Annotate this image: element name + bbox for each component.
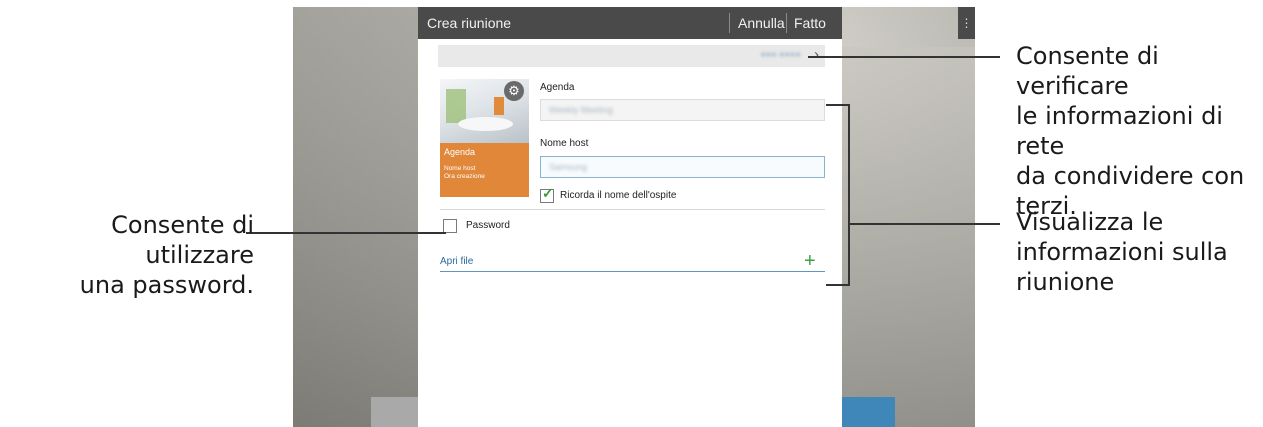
remember-guest-checkbox[interactable]: ✓ [540,185,554,203]
photo-accent [494,97,504,115]
thumbnail-card: Agenda Nome host Ora creazione [440,143,529,197]
host-label: Nome host [540,138,589,149]
gear-icon[interactable]: ⚙ [504,81,524,101]
background-blur [293,7,423,427]
chevron-right-icon: › [814,46,819,63]
agenda-label: Agenda [540,82,575,93]
thumbnail-created-label: Ora creazione [444,173,485,180]
create-meeting-dialog: Crea riunione Annulla Fatto ●●● ●●●● › ⚙… [418,7,842,427]
callout-network-line: le informazioni di rete [1016,102,1223,160]
dialog-title: Crea riunione [427,15,512,31]
action-separator [786,13,787,33]
callout-info-line: Visualizza le [1016,208,1164,236]
callout-network: Consente di verificare le informazioni d… [1016,41,1263,221]
callout-bracket-vertical [848,104,850,286]
open-file-link[interactable]: Apri file [440,256,473,267]
done-button[interactable]: Fatto [794,15,826,31]
callout-info-line: informazioni sulla [1016,238,1228,266]
checkmark-icon: ✓ [542,185,554,201]
callout-password-line: una password. [79,271,254,299]
host-name-field[interactable]: Samsung [540,156,825,178]
overflow-menu-icon[interactable]: ⋮ [958,7,975,39]
background-blur [835,47,975,427]
network-info-text: ●●● ●●●● [760,49,801,59]
background-button-right [835,397,895,427]
agenda-value: Weekly Meeting [549,105,613,115]
callout-line-network [808,56,1000,58]
callout-line-password [246,232,446,234]
callout-password: Consente di utilizzare una password. [0,210,254,300]
callout-bracket-top [826,104,850,106]
callout-network-line: da condividere con [1016,162,1245,190]
section-divider [440,209,825,210]
callout-line-info [848,223,1000,225]
meeting-thumbnail[interactable]: ⚙ Agenda Nome host Ora creazione [440,79,529,197]
callout-info-line: riunione [1016,268,1115,296]
plus-icon[interactable]: + [804,251,816,271]
host-name-value: Samsung [549,162,588,172]
callout-meeting-info: Visualizza le informazioni sulla riunion… [1016,207,1228,297]
callout-network-line: Consente di verificare [1016,42,1159,100]
network-info-bar[interactable]: ●●● ●●●● › [438,45,825,67]
action-separator [729,13,730,33]
open-file-underline [440,271,825,272]
remember-guest-label: Ricorda il nome dell'ospite [560,190,677,201]
callout-password-line: Consente di utilizzare [111,211,254,269]
agenda-field[interactable]: Weekly Meeting [540,99,825,121]
photo-table [458,117,513,131]
password-checkbox[interactable] [443,219,457,233]
callout-bracket-bottom [826,284,850,286]
thumbnail-host-label: Nome host [444,165,476,172]
thumbnail-agenda-label: Agenda [444,147,476,157]
dialog-action-bar: Crea riunione Annulla Fatto [418,7,842,39]
password-label: Password [466,220,510,231]
photo-window [446,89,466,123]
cancel-button[interactable]: Annulla [738,15,785,31]
